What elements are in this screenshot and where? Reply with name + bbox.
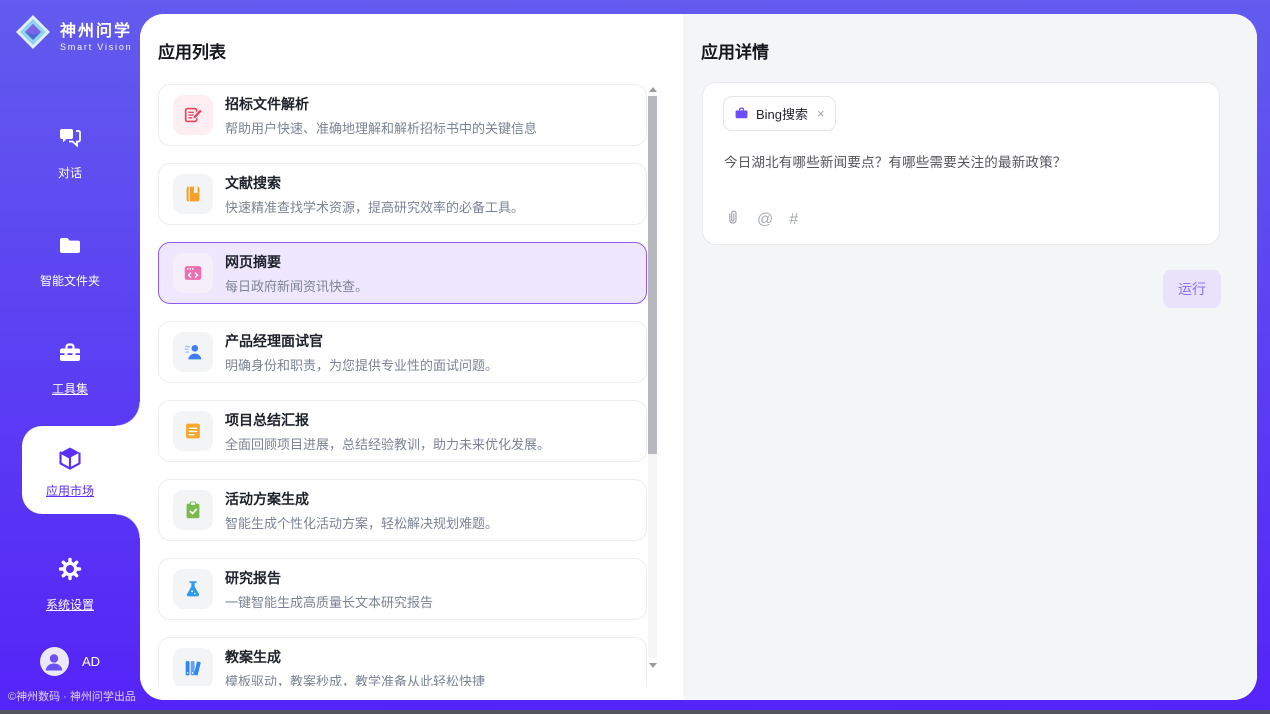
app-list: 招标文件解析 帮助用户快速、准确地理解和解析招标书中的关键信息 文献搜索 快速精…	[158, 84, 647, 686]
app-name: 网页摘要	[225, 252, 368, 272]
app-card-event-plan[interactable]: 活动方案生成 智能生成个性化活动方案，轻松解决规划难题。	[158, 479, 647, 541]
bottom-strip	[0, 710, 1270, 714]
app-detail-title: 应用详情	[701, 38, 769, 63]
app-card-web-summary[interactable]: 网页摘要 每日政府新闻资讯快查。	[158, 242, 647, 304]
app-desc: 智能生成个性化活动方案，轻松解决规划难题。	[225, 513, 498, 532]
browser-code-icon	[173, 253, 213, 293]
sidebar-item-app-market[interactable]: 应用市场	[0, 422, 140, 530]
document-edit-icon	[173, 95, 213, 135]
app-desc: 快速精准查找学术资源，提高研究效率的必备工具。	[225, 197, 524, 216]
sidebar-item-label: 系统设置	[46, 596, 94, 613]
chat-icon	[57, 124, 83, 155]
sidebar-item-label: 工具集	[52, 380, 88, 397]
app-desc: 每日政府新闻资讯快查。	[225, 276, 368, 295]
sidebar-item-settings[interactable]: 系统设置	[0, 530, 140, 638]
query-text-input[interactable]: 今日湖北有哪些新闻要点？有哪些需要关注的最新政策？	[724, 151, 1199, 171]
sidebar-item-smart-folders[interactable]: 智能文件夹	[0, 206, 140, 314]
app-desc: 帮助用户快速、准确地理解和解析招标书中的关键信息	[225, 118, 537, 137]
sidebar-item-label: 应用市场	[46, 482, 94, 499]
mention-icon[interactable]: @	[757, 212, 773, 228]
gear-icon	[57, 556, 83, 587]
app-name: 研究报告	[225, 568, 433, 588]
run-button[interactable]: 运行	[1163, 270, 1221, 308]
app-name: 招标文件解析	[225, 94, 537, 114]
app-name: 教案生成	[225, 647, 485, 667]
sidebar-item-label: 对话	[58, 164, 82, 181]
interviewer-icon	[173, 332, 213, 372]
app-name: 文献搜索	[225, 173, 524, 193]
paperclip-icon[interactable]	[724, 208, 741, 232]
input-toolbar: @ #	[724, 208, 798, 232]
app-name: 项目总结汇报	[225, 410, 550, 430]
copyright-text: ©神州数码 · 神州问学出品	[8, 688, 136, 704]
hashtag-icon[interactable]: #	[789, 212, 798, 228]
app-list-title: 应用列表	[158, 38, 226, 63]
sidebar-item-chat[interactable]: 对话	[0, 98, 140, 206]
app-desc: 明确身份和职责，为您提供专业性的面试问题。	[225, 355, 498, 374]
app-card-research-report[interactable]: 研究报告 一键智能生成高质量长文本研究报告	[158, 558, 647, 620]
scroll-up-arrow-icon[interactable]	[648, 84, 657, 94]
books-icon	[173, 648, 213, 686]
user-name: AD	[82, 654, 100, 669]
app-name: 活动方案生成	[225, 489, 498, 509]
app-card-lesson-plan[interactable]: 教案生成 模板驱动，教案秒成，教学准备从此轻松快捷	[158, 637, 647, 686]
user-chip[interactable]: AD	[0, 647, 140, 676]
flask-icon	[173, 569, 213, 609]
main-panel: 应用列表 招标文件解析 帮助用户快速、准确地理解和解析招标书中的关键信息	[140, 14, 1257, 700]
sidebar-item-label: 智能文件夹	[40, 272, 100, 289]
app-desc: 模板驱动，教案秒成，教学准备从此轻松快捷	[225, 671, 485, 687]
toolbox-icon	[57, 340, 83, 371]
memo-icon	[173, 411, 213, 451]
app-list-section: 应用列表 招标文件解析 帮助用户快速、准确地理解和解析招标书中的关键信息	[140, 14, 683, 700]
scroll-down-arrow-icon[interactable]	[648, 660, 657, 670]
app-detail-section: 应用详情 Bing搜索 × 今日湖北有哪些新闻要点？有哪些需要关注的最新政策？ …	[683, 14, 1257, 700]
brand-name: 神州问学	[60, 17, 132, 41]
folder-icon	[57, 232, 83, 263]
app-card-project-summary[interactable]: 项目总结汇报 全面回顾项目进展，总结经验教训，助力未来优化发展。	[158, 400, 647, 462]
book-icon	[173, 174, 213, 214]
sidebar: 神州问学 Smart Vision 对话 智能文件夹	[0, 0, 140, 710]
close-icon[interactable]: ×	[817, 106, 825, 121]
brand-logo: 神州问学 Smart Vision	[0, 0, 140, 56]
diamond-logo-icon	[14, 13, 52, 56]
app-card-bid-doc-parse[interactable]: 招标文件解析 帮助用户快速、准确地理解和解析招标书中的关键信息	[158, 84, 647, 146]
scrollbar-thumb[interactable]	[648, 96, 657, 454]
sidebar-nav: 对话 智能文件夹 工具集	[0, 98, 140, 638]
list-scrollbar[interactable]	[648, 84, 657, 670]
brand-subtitle: Smart Vision	[60, 42, 132, 52]
app-card-literature-search[interactable]: 文献搜索 快速精准查找学术资源，提高研究效率的必备工具。	[158, 163, 647, 225]
tool-tag-bing-search[interactable]: Bing搜索 ×	[723, 96, 836, 131]
app-desc: 一键智能生成高质量长文本研究报告	[225, 592, 433, 611]
clipboard-check-icon	[173, 490, 213, 530]
cube-icon	[56, 444, 84, 473]
query-input-card[interactable]: Bing搜索 × 今日湖北有哪些新闻要点？有哪些需要关注的最新政策？ @ #	[702, 82, 1220, 245]
app-desc: 全面回顾项目进展，总结经验教训，助力未来优化发展。	[225, 434, 550, 453]
app-card-pm-interviewer[interactable]: 产品经理面试官 明确身份和职责，为您提供专业性的面试问题。	[158, 321, 647, 383]
tool-tag-label: Bing搜索	[756, 104, 808, 123]
avatar	[40, 647, 69, 676]
person-icon	[41, 649, 67, 675]
app-name: 产品经理面试官	[225, 331, 498, 351]
briefcase-icon	[734, 106, 749, 121]
